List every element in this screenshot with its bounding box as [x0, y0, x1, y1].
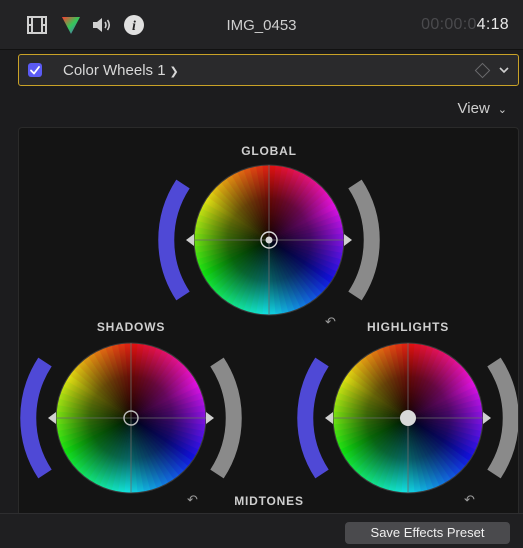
inspector-header: i IMG_0453 00:00:04:18	[0, 0, 523, 50]
view-menu-label: View	[457, 100, 490, 117]
highlights-brightness-handle[interactable]	[483, 412, 491, 424]
highlights-wheel[interactable]: ↶	[297, 342, 518, 508]
info-icon[interactable]: i	[122, 13, 146, 37]
shadows-saturation-handle[interactable]	[48, 412, 56, 424]
global-label: GLOBAL	[241, 144, 296, 158]
highlights-reset-icon[interactable]: ↶	[464, 493, 475, 508]
global-saturation-handle[interactable]	[186, 234, 194, 246]
timecode-leading: 00:00:0	[421, 16, 477, 33]
highlights-brightness-slider[interactable]	[487, 357, 518, 479]
chevron-down-icon[interactable]	[498, 64, 510, 76]
chevron-down-icon: ❯	[169, 66, 179, 78]
highlights-puck[interactable]	[400, 410, 416, 426]
shadows-brightness-slider[interactable]	[210, 357, 242, 479]
save-effects-preset-button[interactable]: Save Effects Preset	[345, 522, 510, 544]
svg-text:i: i	[132, 19, 136, 34]
timecode-value: 4:18	[476, 16, 509, 33]
shadows-saturation-slider[interactable]	[20, 357, 52, 479]
highlights-saturation-slider[interactable]	[297, 357, 329, 479]
global-wheel[interactable]: ↶	[158, 164, 380, 330]
highlights-saturation-handle[interactable]	[325, 412, 333, 424]
color-wheels-panel: ↶ GLOBAL ↶ SHADOWS ↶ HIGHLIGHTS MIDTONES	[18, 127, 519, 513]
film-icon[interactable]	[25, 13, 49, 37]
shadows-reset-icon[interactable]: ↶	[187, 493, 198, 508]
color-prism-icon[interactable]	[59, 13, 83, 37]
view-menu[interactable]: View ⌄	[458, 100, 507, 117]
effect-name-menu[interactable]: Color Wheels 1 ❯	[63, 62, 179, 79]
effect-name-label: Color Wheels 1	[63, 62, 166, 79]
midtones-label: MIDTONES	[234, 494, 304, 508]
effect-enable-checkbox[interactable]	[28, 63, 42, 77]
shadows-label: SHADOWS	[97, 320, 165, 334]
global-brightness-handle[interactable]	[344, 234, 352, 246]
effect-header: Color Wheels 1 ❯	[18, 54, 519, 86]
shadows-wheel[interactable]: ↶	[20, 342, 242, 508]
highlights-label: HIGHLIGHTS	[367, 320, 449, 334]
keyframe-diamond-icon[interactable]	[474, 62, 491, 79]
speaker-icon[interactable]	[90, 13, 114, 37]
global-saturation-slider[interactable]	[158, 179, 190, 301]
timecode: 00:00:04:18	[421, 16, 509, 34]
global-puck-center	[265, 236, 273, 244]
inspector-footer: Save Effects Preset	[0, 513, 523, 548]
shadows-brightness-handle[interactable]	[206, 412, 214, 424]
global-reset-icon[interactable]: ↶	[325, 315, 336, 330]
global-brightness-slider[interactable]	[348, 179, 380, 301]
chevron-down-icon: ⌄	[497, 104, 507, 116]
color-wheels-canvas: ↶ GLOBAL ↶ SHADOWS ↶ HIGHLIGHTS MIDTONES	[20, 144, 518, 508]
